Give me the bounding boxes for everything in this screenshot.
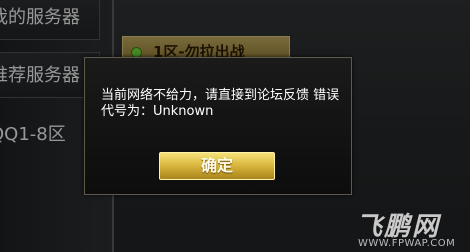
ok-button[interactable]: 确定 [159,152,275,180]
watermark-url: WWW.FPWAP.COM [358,238,456,249]
error-message: 当前网络不给力，请直接到论坛反馈 错误代号为：Unknown [101,88,340,119]
error-dialog: 当前网络不给力，请直接到论坛反馈 错误代号为：Unknown 确定 [84,57,352,195]
